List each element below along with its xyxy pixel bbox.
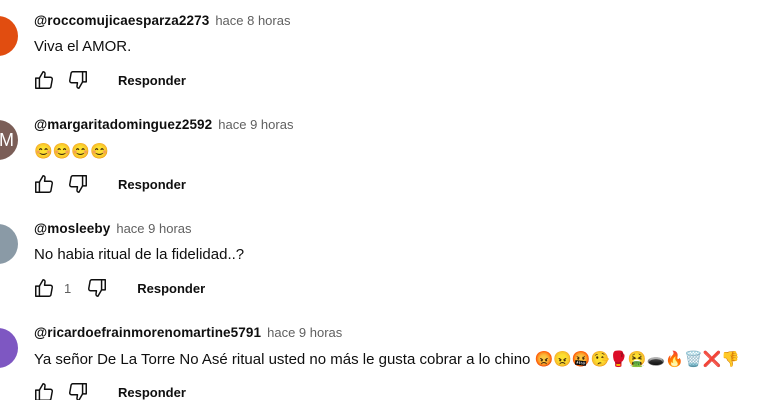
thumbs-up-icon bbox=[35, 175, 53, 193]
comment-actions: Responder bbox=[32, 380, 186, 400]
reply-button[interactable]: Responder bbox=[118, 73, 186, 88]
comment-time[interactable]: hace 8 horas bbox=[215, 13, 290, 28]
thumbs-up-icon bbox=[35, 71, 53, 89]
comment-item: @roccomujicaesparza2273 hace 8 horas Viv… bbox=[0, 0, 768, 104]
dislike-button[interactable] bbox=[66, 380, 90, 400]
avatar[interactable] bbox=[0, 224, 18, 264]
like-button[interactable] bbox=[32, 276, 56, 300]
like-button[interactable] bbox=[32, 172, 56, 196]
comment-text: Viva el AMOR. bbox=[34, 38, 132, 55]
avatar[interactable]: M bbox=[0, 120, 18, 160]
comment-author[interactable]: @ricardoefrainmorenomartine5791 bbox=[34, 325, 261, 340]
comment-item: @mosleeby hace 9 horas No habia ritual d… bbox=[0, 208, 768, 312]
comment-text: Ya señor De La Torre No Asé ritual usted… bbox=[34, 351, 740, 368]
thumbs-up-icon bbox=[35, 383, 53, 400]
comment-actions: Responder bbox=[32, 172, 186, 196]
like-button[interactable] bbox=[32, 68, 56, 92]
comment-actions: 1 Responder bbox=[32, 276, 205, 300]
thumbs-down-icon bbox=[88, 279, 107, 297]
comment-header: @mosleeby hace 9 horas bbox=[34, 221, 192, 236]
comment-author[interactable]: @margaritadominguez2592 bbox=[34, 117, 212, 132]
thumbs-up-icon bbox=[35, 279, 53, 297]
comment-header: @margaritadominguez2592 hace 9 horas bbox=[34, 117, 293, 132]
thumbs-down-icon bbox=[69, 71, 87, 89]
avatar[interactable] bbox=[0, 16, 18, 56]
comment-item: M @margaritadominguez2592 hace 9 horas 😊… bbox=[0, 104, 768, 208]
comment-text: 😊😊😊😊 bbox=[34, 143, 109, 160]
reply-button[interactable]: Responder bbox=[118, 177, 186, 192]
dislike-button[interactable] bbox=[85, 276, 109, 300]
comments-feed: @roccomujicaesparza2273 hace 8 horas Viv… bbox=[0, 0, 768, 400]
reply-button[interactable]: Responder bbox=[137, 281, 205, 296]
comment-item: @ricardoefrainmorenomartine5791 hace 9 h… bbox=[0, 312, 768, 400]
like-button[interactable] bbox=[32, 380, 56, 400]
comment-header: @roccomujicaesparza2273 hace 8 horas bbox=[34, 13, 290, 28]
thumbs-down-icon bbox=[69, 383, 87, 400]
dislike-button[interactable] bbox=[66, 172, 90, 196]
comment-author[interactable]: @mosleeby bbox=[34, 221, 110, 236]
comment-header: @ricardoefrainmorenomartine5791 hace 9 h… bbox=[34, 325, 342, 340]
avatar-letter: M bbox=[0, 129, 14, 150]
comment-time[interactable]: hace 9 horas bbox=[267, 325, 342, 340]
dislike-button[interactable] bbox=[66, 68, 90, 92]
like-count: 1 bbox=[64, 280, 72, 296]
avatar[interactable] bbox=[0, 328, 18, 368]
comment-author[interactable]: @roccomujicaesparza2273 bbox=[34, 13, 209, 28]
comment-text: No habia ritual de la fidelidad..? bbox=[34, 246, 245, 263]
comment-time[interactable]: hace 9 horas bbox=[116, 221, 191, 236]
comment-actions: Responder bbox=[32, 68, 186, 92]
thumbs-down-icon bbox=[69, 175, 87, 193]
comment-time[interactable]: hace 9 horas bbox=[218, 117, 293, 132]
reply-button[interactable]: Responder bbox=[118, 385, 186, 400]
